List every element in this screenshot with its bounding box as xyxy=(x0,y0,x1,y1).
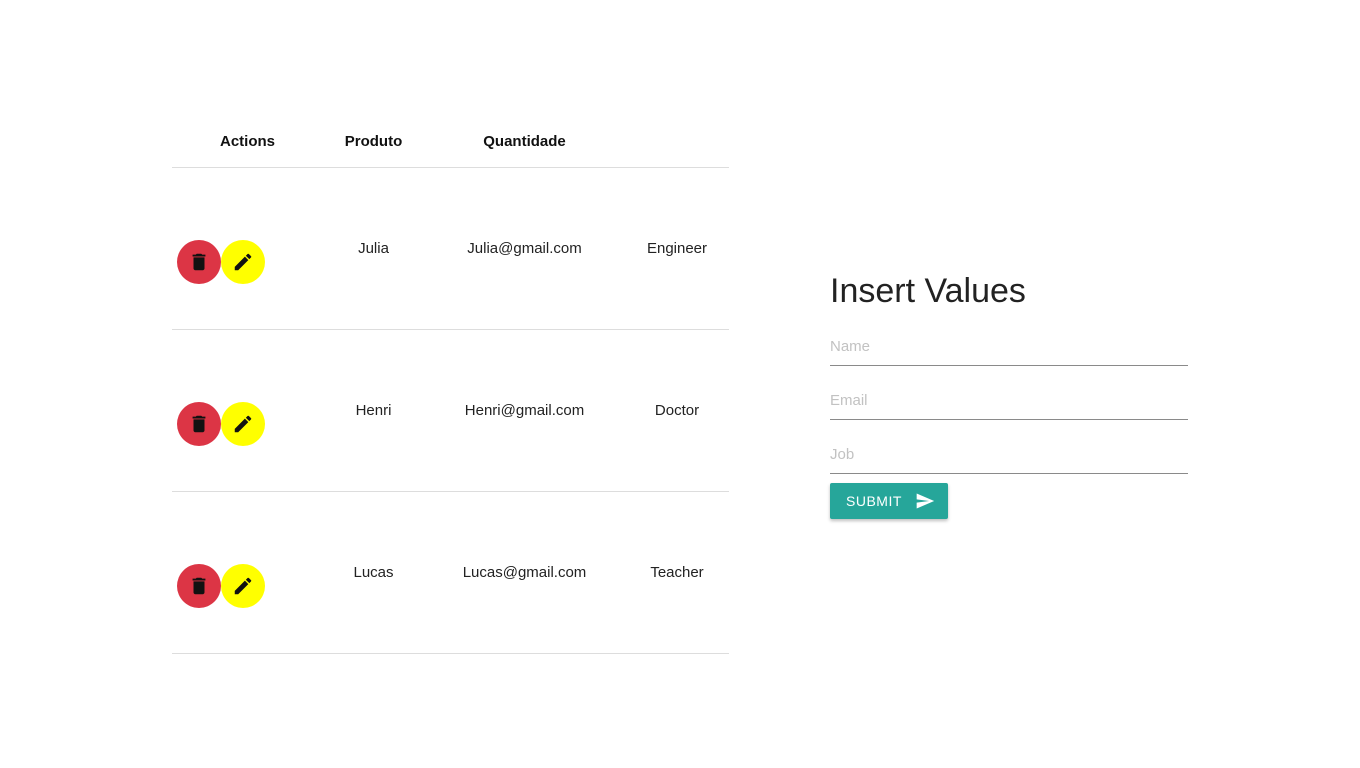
cell-email: Julia@gmail.com xyxy=(467,240,582,257)
email-field-wrapper xyxy=(830,366,1188,420)
email-input[interactable] xyxy=(830,385,1188,415)
job-input[interactable] xyxy=(830,439,1188,469)
cell-name: Julia xyxy=(358,240,389,257)
send-icon xyxy=(915,491,935,511)
cell-job: Engineer xyxy=(646,240,708,257)
cell-job: Doctor xyxy=(654,402,700,419)
values-table: Actions Produto Quantidade Julia Julia@g… xyxy=(172,116,729,654)
table-row: Julia Julia@gmail.com Engineer xyxy=(172,168,729,330)
form-fields xyxy=(830,312,1188,474)
form-title: Insert Values xyxy=(830,272,1026,310)
submit-button[interactable]: SUBMIT xyxy=(830,483,948,519)
delete-button[interactable] xyxy=(177,564,221,608)
job-field-wrapper xyxy=(830,420,1188,474)
edit-button[interactable] xyxy=(221,402,265,446)
header-quantidade: Quantidade xyxy=(483,133,566,150)
trash-icon xyxy=(188,575,210,597)
table-header: Actions Produto Quantidade xyxy=(172,116,729,168)
table-row: Henri Henri@gmail.com Doctor xyxy=(172,330,729,492)
header-actions: Actions xyxy=(219,133,275,150)
edit-button[interactable] xyxy=(221,240,265,284)
pencil-icon xyxy=(232,413,254,435)
cell-name: Lucas xyxy=(353,564,394,581)
trash-icon xyxy=(188,251,210,273)
cell-name: Henri xyxy=(355,402,392,419)
submit-label: SUBMIT xyxy=(846,493,902,509)
insert-form: Insert Values SUBMIT xyxy=(830,268,1188,519)
delete-button[interactable] xyxy=(177,402,221,446)
row-actions xyxy=(177,402,265,446)
table-row: Lucas Lucas@gmail.com Teacher xyxy=(172,492,729,654)
row-actions xyxy=(177,240,265,284)
cell-job: Teacher xyxy=(650,564,704,581)
page: Actions Produto Quantidade Julia Julia@g… xyxy=(0,0,1360,768)
cell-email: Lucas@gmail.com xyxy=(462,564,587,581)
pencil-icon xyxy=(232,575,254,597)
edit-button[interactable] xyxy=(221,564,265,608)
cell-email: Henri@gmail.com xyxy=(464,402,585,419)
name-input[interactable] xyxy=(830,331,1188,361)
delete-button[interactable] xyxy=(177,240,221,284)
pencil-icon xyxy=(232,251,254,273)
header-produto: Produto xyxy=(344,133,403,150)
trash-icon xyxy=(188,413,210,435)
row-actions xyxy=(177,564,265,608)
name-field-wrapper xyxy=(830,312,1188,366)
